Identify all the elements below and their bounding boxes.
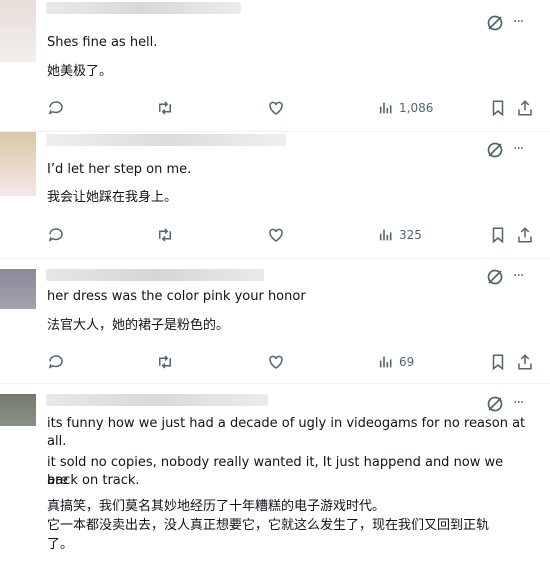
reply-text-line: its funny how we just had a decade of ug… bbox=[47, 416, 526, 431]
reply-translation-line: 它一本都没卖出去，没人真正想要它，它就这么发生了，现在我们又回到正轨 bbox=[47, 518, 490, 533]
share-button[interactable] bbox=[516, 351, 534, 373]
reply-translation-line: 她美极了。 bbox=[47, 64, 113, 79]
reply-4[interactable]: ··· its funny how we just had a decade o… bbox=[0, 384, 550, 569]
reply-text-line: all. bbox=[47, 434, 67, 449]
retweet-icon bbox=[159, 355, 171, 369]
more-icon[interactable]: ··· bbox=[513, 14, 524, 30]
like-button[interactable] bbox=[267, 224, 285, 246]
reply-icon bbox=[48, 355, 63, 369]
share-icon bbox=[518, 100, 532, 116]
like-button[interactable] bbox=[267, 97, 285, 119]
like-button[interactable] bbox=[267, 351, 285, 373]
views-icon bbox=[379, 102, 392, 114]
reply-top-icons: ··· bbox=[485, 394, 535, 414]
retweet-icon bbox=[159, 228, 171, 242]
retweet-button[interactable] bbox=[156, 224, 174, 246]
bookmark-button[interactable] bbox=[489, 97, 507, 119]
reply-actions: 325 bbox=[47, 224, 542, 246]
reply-3[interactable]: ··· her dress was the color pink your ho… bbox=[0, 259, 550, 383]
reply-translation-line: 真搞笑，我们莫名其妙地经历了十年糟糕的电子游戏时代。 bbox=[47, 499, 386, 514]
bookmark-button[interactable] bbox=[489, 224, 507, 246]
views-count: 325 bbox=[399, 228, 422, 242]
views-icon bbox=[379, 229, 392, 241]
share-button[interactable] bbox=[516, 224, 534, 246]
author-name-blurred bbox=[46, 2, 241, 14]
bookmark-button[interactable] bbox=[489, 351, 507, 373]
views-count: 1,086 bbox=[399, 101, 434, 115]
views-icon bbox=[379, 356, 392, 368]
reply-text-line: I’d let her step on me. bbox=[47, 162, 192, 177]
reply-1[interactable]: ··· Shes fine as hell. 她美极了。 1,086 bbox=[0, 0, 550, 131]
views-count: 69 bbox=[399, 355, 415, 369]
author-name-blurred bbox=[46, 269, 264, 281]
more-icon[interactable]: ··· bbox=[513, 395, 524, 411]
reply-button[interactable] bbox=[47, 97, 65, 119]
avatar[interactable] bbox=[0, 269, 36, 309]
reply-translation-line: 了。 bbox=[47, 537, 74, 552]
reply-actions: 1,086 bbox=[47, 97, 542, 119]
grok-icon[interactable] bbox=[485, 267, 505, 287]
grok-icon[interactable] bbox=[485, 394, 505, 414]
reply-actions: 69 bbox=[47, 351, 542, 373]
like-icon bbox=[269, 228, 283, 242]
reply-text-line: back on track. bbox=[47, 473, 140, 488]
author-name-blurred bbox=[46, 134, 286, 146]
share-icon bbox=[518, 354, 532, 370]
reply-text-line: Shes fine as hell. bbox=[47, 35, 158, 50]
reply-translation-line: 我会让她踩在我身上。 bbox=[47, 190, 178, 205]
more-icon[interactable]: ··· bbox=[513, 141, 524, 157]
bookmark-icon bbox=[492, 100, 504, 117]
reply-translation-line: 法官大人，她的裙子是粉色的。 bbox=[47, 318, 230, 333]
like-icon bbox=[269, 355, 283, 369]
grok-icon[interactable] bbox=[485, 140, 505, 160]
like-icon bbox=[269, 101, 283, 115]
grok-icon[interactable] bbox=[485, 13, 505, 33]
reply-button[interactable] bbox=[47, 224, 65, 246]
avatar[interactable] bbox=[0, 394, 36, 426]
avatar[interactable] bbox=[0, 132, 36, 196]
share-icon bbox=[518, 227, 532, 243]
share-button[interactable] bbox=[516, 97, 534, 119]
reply-icon bbox=[48, 228, 63, 242]
bookmark-icon bbox=[492, 354, 504, 371]
reply-top-icons: ··· bbox=[485, 140, 535, 160]
retweet-icon bbox=[159, 101, 171, 115]
views-button[interactable]: 69 bbox=[378, 351, 414, 373]
reply-text-line: her dress was the color pink your honor bbox=[47, 289, 306, 304]
views-button[interactable]: 325 bbox=[378, 224, 422, 246]
author-name-blurred bbox=[46, 394, 268, 406]
reply-button[interactable] bbox=[47, 351, 65, 373]
reply-2[interactable]: ··· I’d let her step on me. 我会让她踩在我身上。 3… bbox=[0, 132, 550, 258]
more-icon[interactable]: ··· bbox=[513, 268, 524, 284]
reply-top-icons: ··· bbox=[485, 267, 535, 287]
bookmark-icon bbox=[492, 227, 504, 244]
avatar[interactable] bbox=[0, 0, 36, 62]
retweet-button[interactable] bbox=[156, 97, 174, 119]
retweet-button[interactable] bbox=[156, 351, 174, 373]
reply-icon bbox=[48, 101, 63, 115]
reply-top-icons: ··· bbox=[485, 13, 535, 33]
views-button[interactable]: 1,086 bbox=[378, 97, 433, 119]
